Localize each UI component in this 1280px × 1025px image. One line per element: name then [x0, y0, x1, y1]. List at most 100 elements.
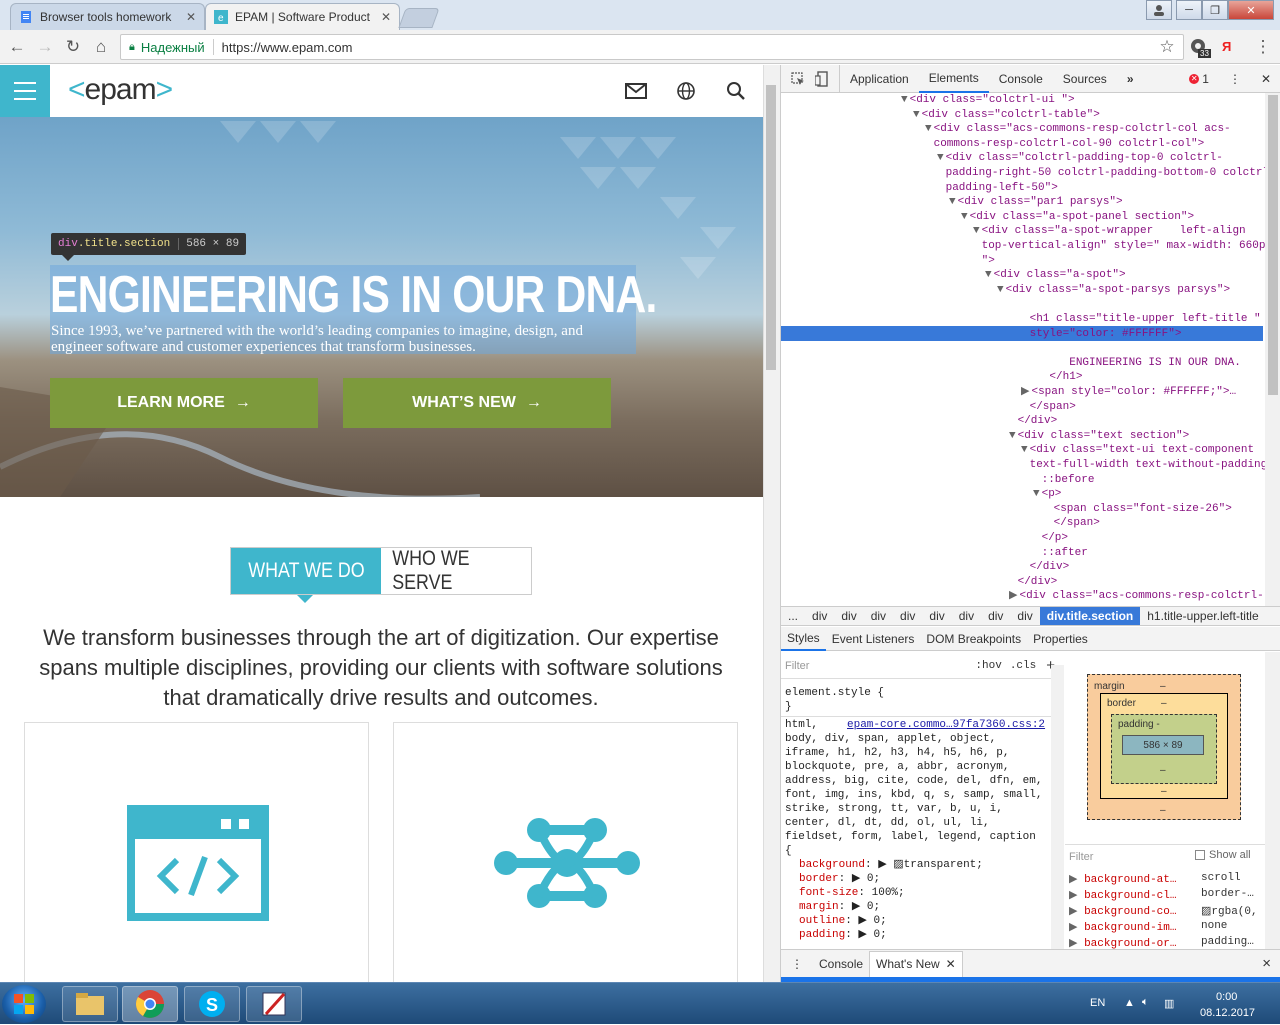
box-padding[interactable]: padding - 586 × 89 – [1111, 714, 1217, 784]
disclosure-triangle-icon[interactable] [1033, 474, 1040, 486]
close-tab-icon[interactable]: ✕ [180, 10, 196, 24]
expand-triangle-icon[interactable]: ▶ [1069, 874, 1084, 886]
clock-time[interactable]: 0:00 [1216, 991, 1237, 1003]
dom-node-line[interactable]: ▼ <div class="colctrl-padding-top-0 colct… [937, 151, 1223, 166]
drawer-tab-whats-new[interactable]: What's New ✕ [869, 950, 963, 977]
dom-node-line[interactable]: </span> [1021, 400, 1076, 415]
dom-node-line[interactable]: <span class="font-size-26"> [1045, 502, 1232, 517]
disclosure-triangle-icon[interactable] [1021, 342, 1028, 354]
expand-triangle-icon[interactable]: ▶ [1069, 906, 1084, 918]
dom-node-line[interactable]: ▼ <div class="title section"> == $0 [1009, 297, 1235, 312]
breadcrumb-item[interactable]: div.title.section [1039, 607, 1141, 625]
property-value[interactable]: ▶ ▨transparent; [878, 859, 983, 871]
dom-node-line[interactable]: </span> [1045, 516, 1100, 531]
disclosure-triangle-icon[interactable] [1033, 547, 1040, 559]
property-name[interactable]: margin [799, 901, 839, 913]
start-button[interactable] [2, 985, 46, 1023]
close-window-button[interactable]: ✕ [1228, 0, 1274, 20]
show-hidden-icons[interactable]: ▲ [1124, 997, 1135, 1009]
tab-application[interactable]: Application [840, 65, 919, 93]
style-property[interactable]: border: ▶ 0; [799, 872, 880, 886]
minimize-button[interactable]: ─ [1176, 0, 1202, 20]
drawer-menu-icon[interactable]: ⋮ [781, 951, 813, 977]
dom-node-line[interactable]: ▶ <span style="color: #FFFFFF;">… [1021, 385, 1236, 400]
disclosure-triangle-icon[interactable]: ▼ [913, 109, 920, 121]
disclosure-triangle-icon[interactable] [1021, 371, 1028, 383]
devtools-menu-icon[interactable]: ⋮ [1219, 65, 1251, 93]
disclosure-triangle-icon[interactable]: ▼ [1009, 298, 1016, 310]
style-property[interactable]: background: ▶ ▨transparent; [799, 858, 983, 872]
computed-property[interactable]: ▶ background-cl… border-… [1069, 888, 1254, 902]
box-margin[interactable]: margin – – border – padding - 586 × 89 –… [1087, 674, 1241, 820]
css-source-link[interactable]: epam-core.commo…97fa7360.css:2 [847, 718, 1045, 732]
checkbox-box[interactable] [1195, 850, 1205, 860]
error-counter[interactable]: ✕ 1 [1179, 65, 1219, 93]
disclosure-triangle-icon[interactable]: ▶ [1009, 590, 1017, 602]
breadcrumb-item[interactable]: ... [781, 609, 805, 623]
bookmark-star-icon[interactable]: ☆ [1156, 36, 1178, 58]
profile-button[interactable] [1146, 0, 1172, 20]
clock-date[interactable]: 08.12.2017 [1200, 1007, 1255, 1019]
dom-node-line[interactable]: </div> [1021, 560, 1070, 575]
disclosure-triangle-icon[interactable] [1033, 532, 1040, 544]
close-drawer-tab-icon[interactable]: ✕ [946, 957, 956, 971]
property-name[interactable]: outline [799, 915, 845, 927]
disclosure-triangle-icon[interactable] [973, 255, 980, 267]
dom-node-line[interactable]: ::after [1033, 546, 1088, 561]
dom-node-line[interactable]: ▼ <div class="a-spot"> [985, 268, 1126, 283]
dom-node-line[interactable]: text-full-width text-without-padding"> [1021, 458, 1265, 473]
subtab-styles[interactable]: Styles [781, 627, 826, 651]
disclosure-triangle-icon[interactable] [925, 138, 932, 150]
inspect-element-icon[interactable] [781, 65, 811, 93]
disclosure-triangle-icon[interactable]: ▼ [985, 269, 992, 281]
dom-node-line[interactable]: </div> [1009, 414, 1058, 429]
device-toolbar-icon[interactable] [811, 64, 840, 93]
dom-node-line[interactable]: "> [973, 254, 995, 269]
dom-node-line[interactable]: ENGINEERING IS IN OUR DNA. [1021, 356, 1241, 371]
property-name[interactable]: border [799, 873, 839, 885]
dom-node-line[interactable]: <h1 class="title-upper left-title " [1021, 312, 1261, 327]
disclosure-triangle-icon[interactable]: ▶ [1021, 386, 1029, 398]
disclosure-triangle-icon[interactable] [1009, 415, 1016, 427]
disclosure-triangle-icon[interactable]: ▼ [901, 94, 908, 106]
computed-property[interactable]: ▶ background-co… ▨rgba(0, [1069, 904, 1258, 918]
service-card-connections[interactable] [393, 722, 738, 982]
extension-button[interactable]: 33 [1188, 37, 1211, 59]
new-tab-button[interactable] [398, 8, 440, 28]
subtab-event-listeners[interactable]: Event Listeners [826, 627, 921, 651]
computed-scrollbar[interactable] [1265, 652, 1280, 949]
dom-node-line[interactable]: ▼ <div class="colctrl-ui "> [901, 93, 1075, 108]
breadcrumb-item[interactable]: div [805, 609, 834, 623]
styles-filter-input[interactable]: Filter :hov .cls + [785, 658, 1055, 674]
reload-icon[interactable]: ↻ [62, 36, 84, 58]
service-card-engineering[interactable] [24, 722, 369, 982]
whats-new-button[interactable]: WHAT’S NEW → [343, 378, 611, 428]
disclosure-triangle-icon[interactable]: ▼ [937, 152, 944, 164]
disclosure-triangle-icon[interactable] [1021, 561, 1028, 573]
breadcrumb-item[interactable]: div [834, 609, 863, 623]
disclosure-triangle-icon[interactable]: ▼ [925, 123, 932, 135]
cls-toggle[interactable]: .cls [1010, 659, 1036, 673]
disclosure-triangle-icon[interactable]: ▼ [1033, 488, 1040, 500]
globe-icon[interactable] [674, 79, 698, 103]
box-border[interactable]: border – padding - 586 × 89 – – [1100, 693, 1228, 799]
dom-node-line[interactable]: style="color: #FFFFFF"> [1021, 327, 1182, 342]
disclosure-triangle-icon[interactable]: ▼ [1021, 444, 1028, 456]
dom-node-line[interactable]: ▼ <div class="par1 parsys"> [949, 195, 1123, 210]
dom-node-line[interactable]: padding-right-50 colctrl-padding-bottom-… [937, 166, 1265, 181]
volume-icon[interactable]: 🔈︎ [1142, 996, 1149, 1009]
drawer-tab-console[interactable]: Console [813, 951, 869, 977]
expand-triangle-icon[interactable]: ▶ [1069, 922, 1084, 934]
epam-logo[interactable]: <epam> [68, 73, 173, 107]
drawer-close-icon[interactable]: × [1252, 951, 1280, 977]
disclosure-triangle-icon[interactable] [1009, 576, 1016, 588]
dom-node-line[interactable]: ▼ <div class="text section"> [1009, 429, 1189, 444]
computed-property[interactable]: ▶ background-im… none [1069, 920, 1227, 934]
dom-node-line[interactable]: padding-left-50"> [937, 181, 1058, 196]
disclosure-triangle-icon[interactable] [1021, 459, 1028, 471]
browser-tab-homework[interactable]: Browser tools homework ✕ [10, 3, 205, 30]
taskbar-explorer[interactable] [62, 986, 118, 1022]
tab-console[interactable]: Console [989, 65, 1053, 93]
computed-property[interactable]: ▶ background-or… padding… [1069, 936, 1254, 949]
taskbar-skype[interactable]: S [184, 986, 240, 1022]
